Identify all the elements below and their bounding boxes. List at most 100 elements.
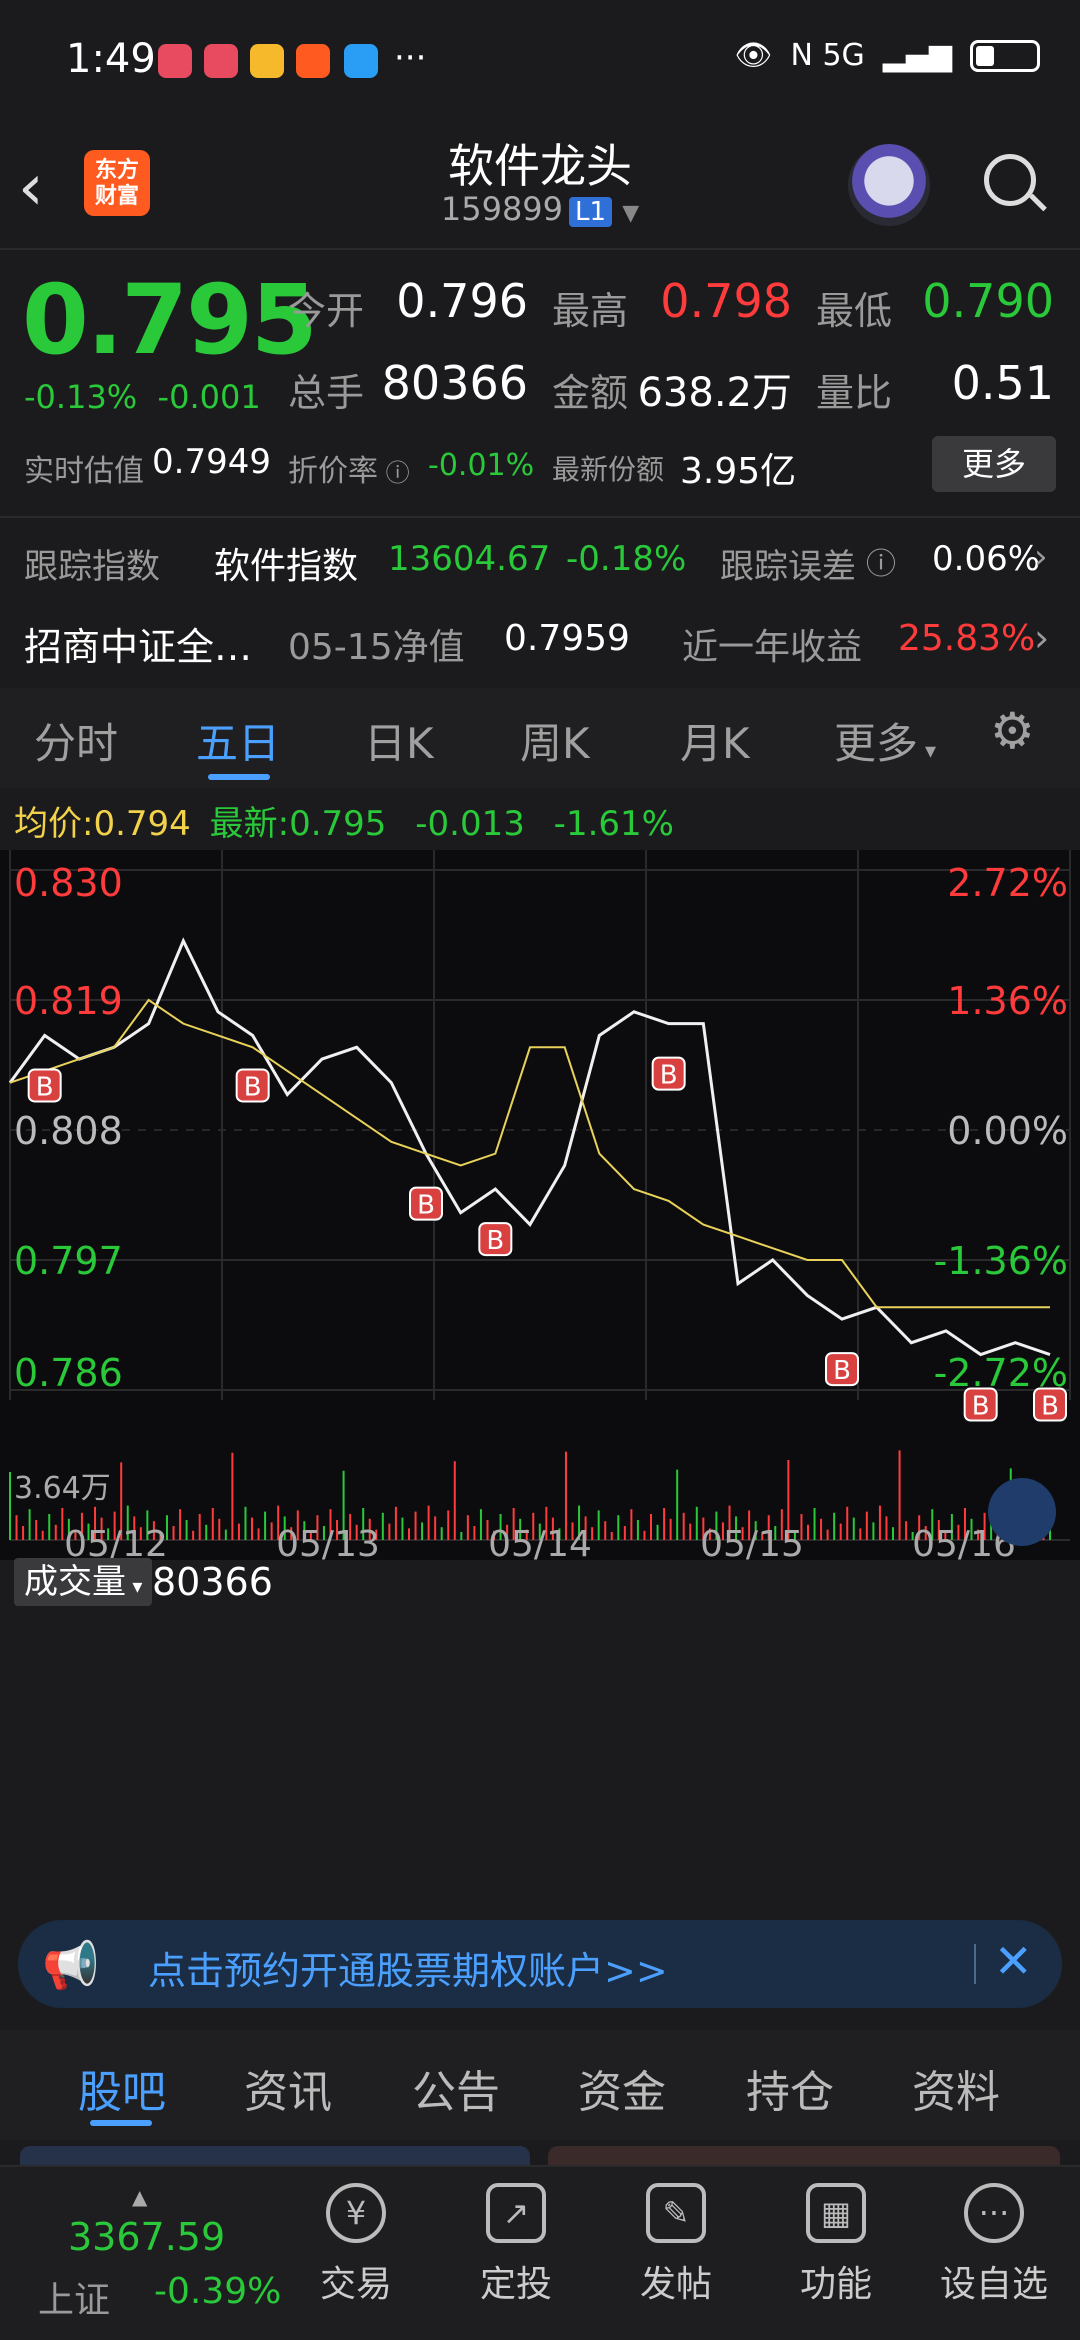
five-day-chart[interactable]: 0.830 0.819 0.808 0.797 0.786 2.72% 1.36% 0.00%… <box>0 850 1080 1565</box>
edit-icon: ✎ <box>646 2183 706 2243</box>
banner-text: 点击预约开通股票期权账户>> <box>148 1949 668 1993</box>
tab-announcements[interactable]: 公告 <box>412 2056 500 2120</box>
x-axis-label: 05/13 <box>276 1524 380 1560</box>
fund-code[interactable]: 159899 L1 ▼ <box>340 190 740 228</box>
active-tab-indicator <box>208 774 270 780</box>
price-series-line <box>8 937 1051 1357</box>
y-axis-label-right: 0.00% <box>947 1109 1068 1153</box>
buy-marker-label: B <box>417 1191 435 1221</box>
tab-daily-k[interactable]: 日K <box>364 710 434 771</box>
chevron-right-icon: › <box>1034 616 1050 660</box>
fund-info-row[interactable]: 招商中证全… 05-15净值 0.7959 近一年收益 25.83% › <box>0 604 1080 674</box>
help-icon[interactable]: ⓘ <box>866 539 896 583</box>
page-title: 软件龙头 <box>448 139 632 193</box>
x-axis-label: 05/14 <box>488 1524 592 1560</box>
y-axis-label-left: 0.808 <box>14 1109 123 1153</box>
buy-marker-label: B <box>1041 1392 1059 1422</box>
low-value: 0.790 <box>922 274 1054 328</box>
high-value: 0.798 <box>660 274 792 328</box>
status-indicators: 👁 N 5G ▂▄▆ <box>734 38 1040 73</box>
active-tab-indicator <box>90 2120 152 2126</box>
open-value: 0.796 <box>396 274 528 328</box>
eye-icon: 👁 <box>734 38 773 73</box>
volume-ratio-value: 0.51 <box>951 356 1054 410</box>
y-axis-label-left: 0.797 <box>14 1239 123 1283</box>
assistant-robot-icon[interactable] <box>848 144 930 226</box>
info-icon: ⓘ <box>378 459 410 487</box>
tab-holdings[interactable]: 持仓 <box>746 2056 834 2120</box>
buy-marker-label: B <box>36 1072 54 1102</box>
buy-marker-label: B <box>972 1392 990 1422</box>
level-badge: L1 <box>569 197 613 227</box>
buy-marker-label: B <box>833 1356 851 1386</box>
settings-gear-icon[interactable]: ⚙ <box>990 702 1035 760</box>
high-label: 最高 <box>552 289 629 333</box>
eastmoney-logo: 东方 财富 <box>84 150 150 216</box>
more-notifications-icon: ··· <box>394 38 427 78</box>
tracking-index-row[interactable]: 跟踪指数 软件指数 13604.67 -0.18% 跟踪误差 ⓘ 0.06% › <box>0 525 1080 595</box>
chevron-right-icon: › <box>1034 537 1048 577</box>
close-icon[interactable]: ✕ <box>994 1934 1033 1988</box>
grid-icon: ▦ <box>806 2183 866 2243</box>
low-label: 最低 <box>816 289 893 333</box>
iopv-label: 实时估值 <box>24 454 144 489</box>
nav-add-watchlist[interactable]: ··· 设自选 <box>924 2183 1064 2307</box>
tab-profile[interactable]: 资料 <box>912 2056 1000 2120</box>
chart-summary: 均价:0.794 最新:0.795 -0.013 -1.61% <box>14 804 674 844</box>
signal-icon: ▂▄▆ <box>882 38 952 73</box>
expand-icon <box>988 1478 1056 1546</box>
app-notification-icon <box>158 44 192 78</box>
volume-value: 80366 <box>381 356 528 410</box>
y-axis-label-right: 1.36% <box>947 979 1068 1023</box>
weibo-notification-icon <box>250 44 284 78</box>
chevron-down-icon: ▼ <box>622 201 640 226</box>
more-button[interactable]: 更多 <box>932 436 1056 492</box>
y-axis-label-left: 0.819 <box>14 979 123 1023</box>
yen-icon: ¥ <box>326 2183 386 2243</box>
buy-marker-label: B <box>486 1226 504 1256</box>
y-axis-label-right: -1.36% <box>934 1239 1068 1283</box>
app-notification-icon <box>204 44 238 78</box>
content-tabs: 股吧 资讯 公告 资金 持仓 资料 <box>0 2030 1080 2140</box>
chart-icon: ↗ <box>486 2183 546 2243</box>
tab-intraday[interactable]: 分时 <box>34 710 118 771</box>
message-notification-icon <box>344 44 378 78</box>
nav-functions[interactable]: ▦ 功能 <box>766 2183 906 2307</box>
nfc-signal-icons: N 5G <box>790 38 865 73</box>
buy-marker-label: B <box>660 1061 678 1091</box>
discount-label: 折价率 ⓘ <box>288 454 410 489</box>
tab-capital[interactable]: 资金 <box>578 2056 666 2120</box>
price-chart-svg: 0.830 0.819 0.808 0.797 0.786 2.72% 1.36% 0.00%… <box>8 850 1071 1565</box>
tab-five-day[interactable]: 五日 <box>196 710 280 771</box>
header: ‹ 东方 财富 软件龙头 159899 L1 ▼ <box>0 120 1080 250</box>
price-series-line <box>9 998 1050 1309</box>
shares-value: 3.95亿 <box>680 451 797 492</box>
volume-indicator-dropdown[interactable]: 成交量 ▾ <box>14 1558 153 1606</box>
nav-regular-invest[interactable]: ↗ 定投 <box>446 2183 586 2307</box>
y-axis-label-left: 0.830 <box>14 861 123 905</box>
tab-news[interactable]: 资讯 <box>244 2056 332 2120</box>
search-icon <box>984 154 1036 206</box>
open-label: 今开 <box>288 289 365 333</box>
x-axis-label: 05/15 <box>700 1524 804 1560</box>
volume-max-label: 3.64万 <box>14 1471 111 1506</box>
tab-more[interactable]: 更多 ▾ <box>834 710 936 771</box>
discount-value: -0.01% <box>428 448 535 483</box>
tab-weekly-k[interactable]: 周K <box>520 710 590 771</box>
back-button[interactable]: ‹ <box>18 148 78 228</box>
status-time: 1:49 <box>66 36 156 82</box>
volume-ratio-label: 量比 <box>816 371 893 415</box>
volume-label: 总手 <box>288 371 365 415</box>
chart-tabs: 分时 五日 日K 周K 月K 更多 ▾ ⚙ <box>0 688 1080 788</box>
search-button[interactable] <box>980 150 1047 220</box>
tab-guba[interactable]: 股吧 <box>78 2056 166 2120</box>
nav-trade[interactable]: ¥ 交易 <box>286 2183 426 2307</box>
x-axis-label: 05/12 <box>64 1524 168 1560</box>
nav-post[interactable]: ✎ 发帖 <box>606 2183 746 2307</box>
chevron-up-icon: ▲ <box>132 2185 148 2209</box>
options-account-banner[interactable]: 📢 点击预约开通股票期权账户>> ✕ <box>18 1920 1062 2008</box>
shares-label: 最新份额 <box>552 453 665 486</box>
tab-monthly-k[interactable]: 月K <box>680 710 750 771</box>
status-bar: 1:49 ··· 👁 N 5G ▂▄▆ <box>0 0 1080 120</box>
battery-icon <box>970 39 1040 72</box>
